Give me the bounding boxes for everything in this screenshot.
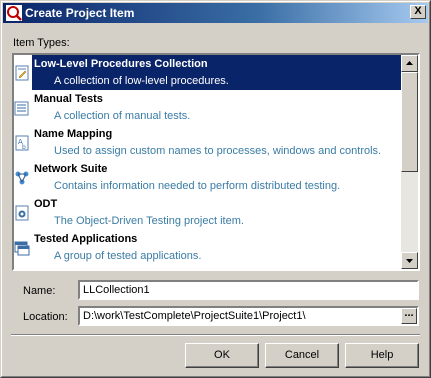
divider [11,334,420,336]
list-item-low-level-procedures[interactable]: Low-Level Procedures Collection A collec… [14,55,403,90]
procedures-icon [15,65,29,81]
vertical-scrollbar[interactable] [401,55,418,269]
item-name: ODT [34,198,58,210]
app-icon [6,5,22,21]
item-types-label: Item Types: [13,37,70,49]
tested-apps-icon [14,241,30,256]
item-name: Manual Tests [34,93,103,105]
list-item-network-suite[interactable]: Network Suite Contains information neede… [14,160,403,195]
ok-button[interactable]: OK [185,343,259,368]
svg-text:b: b [22,144,26,151]
network-suite-icon [15,171,29,185]
location-value: D:\work\TestComplete\ProjectSuite1\Proje… [83,310,306,322]
scroll-up-button[interactable] [401,55,418,72]
item-types-viewport: Low-Level Procedures Collection A collec… [14,55,403,269]
item-description: A collection of manual tests. [54,110,191,122]
list-item-odt[interactable]: ODT The Object-Driven Testing project it… [14,195,403,230]
name-mapping-icon: A b [15,135,29,151]
window-title: Create Project Item [25,6,135,20]
item-description: Used to assign custom names to processes… [54,145,382,157]
item-name: Name Mapping [34,128,113,140]
dialog-window: Create Project Item X Item Types: Low-Le… [0,0,431,378]
browse-button[interactable]: ... [401,308,417,324]
manual-tests-icon [14,101,29,116]
item-description: The Object-Driven Testing project item. [54,215,244,227]
arrow-down-icon [406,259,413,263]
item-description: Contains information needed to perform d… [54,180,341,192]
item-types-list[interactable]: Low-Level Procedures Collection A collec… [12,53,420,271]
name-label: Name: [23,285,56,297]
location-input[interactable]: D:\work\TestComplete\ProjectSuite1\Proje… [78,306,419,326]
item-description: A collection of low-level procedures. [54,75,229,87]
scroll-down-button[interactable] [401,252,418,269]
location-label: Location: [23,311,68,323]
item-description: A group of tested applications. [54,250,202,262]
odt-icon [15,205,29,221]
item-name: Tested Applications [34,233,138,245]
list-item-manual-tests[interactable]: Manual Tests A collection of manual test… [14,90,403,125]
close-icon: X [414,5,422,17]
ellipsis-icon: ... [404,307,414,319]
close-button[interactable]: X [410,5,426,19]
scroll-thumb[interactable] [401,72,418,172]
help-button[interactable]: Help [345,343,419,368]
list-item-tested-applications[interactable]: Tested Applications A group of tested ap… [14,230,403,265]
cancel-button[interactable]: Cancel [265,343,339,368]
title-bar[interactable]: Create Project Item X [3,3,428,23]
arrow-up-icon [406,61,413,65]
item-name: Low-Level Procedures Collection [34,58,208,70]
list-item-name-mapping[interactable]: A b Name Mapping Used to assign custom n… [14,125,403,160]
item-name: Network Suite [34,163,108,175]
name-input[interactable]: LLCollection1 [78,280,419,300]
